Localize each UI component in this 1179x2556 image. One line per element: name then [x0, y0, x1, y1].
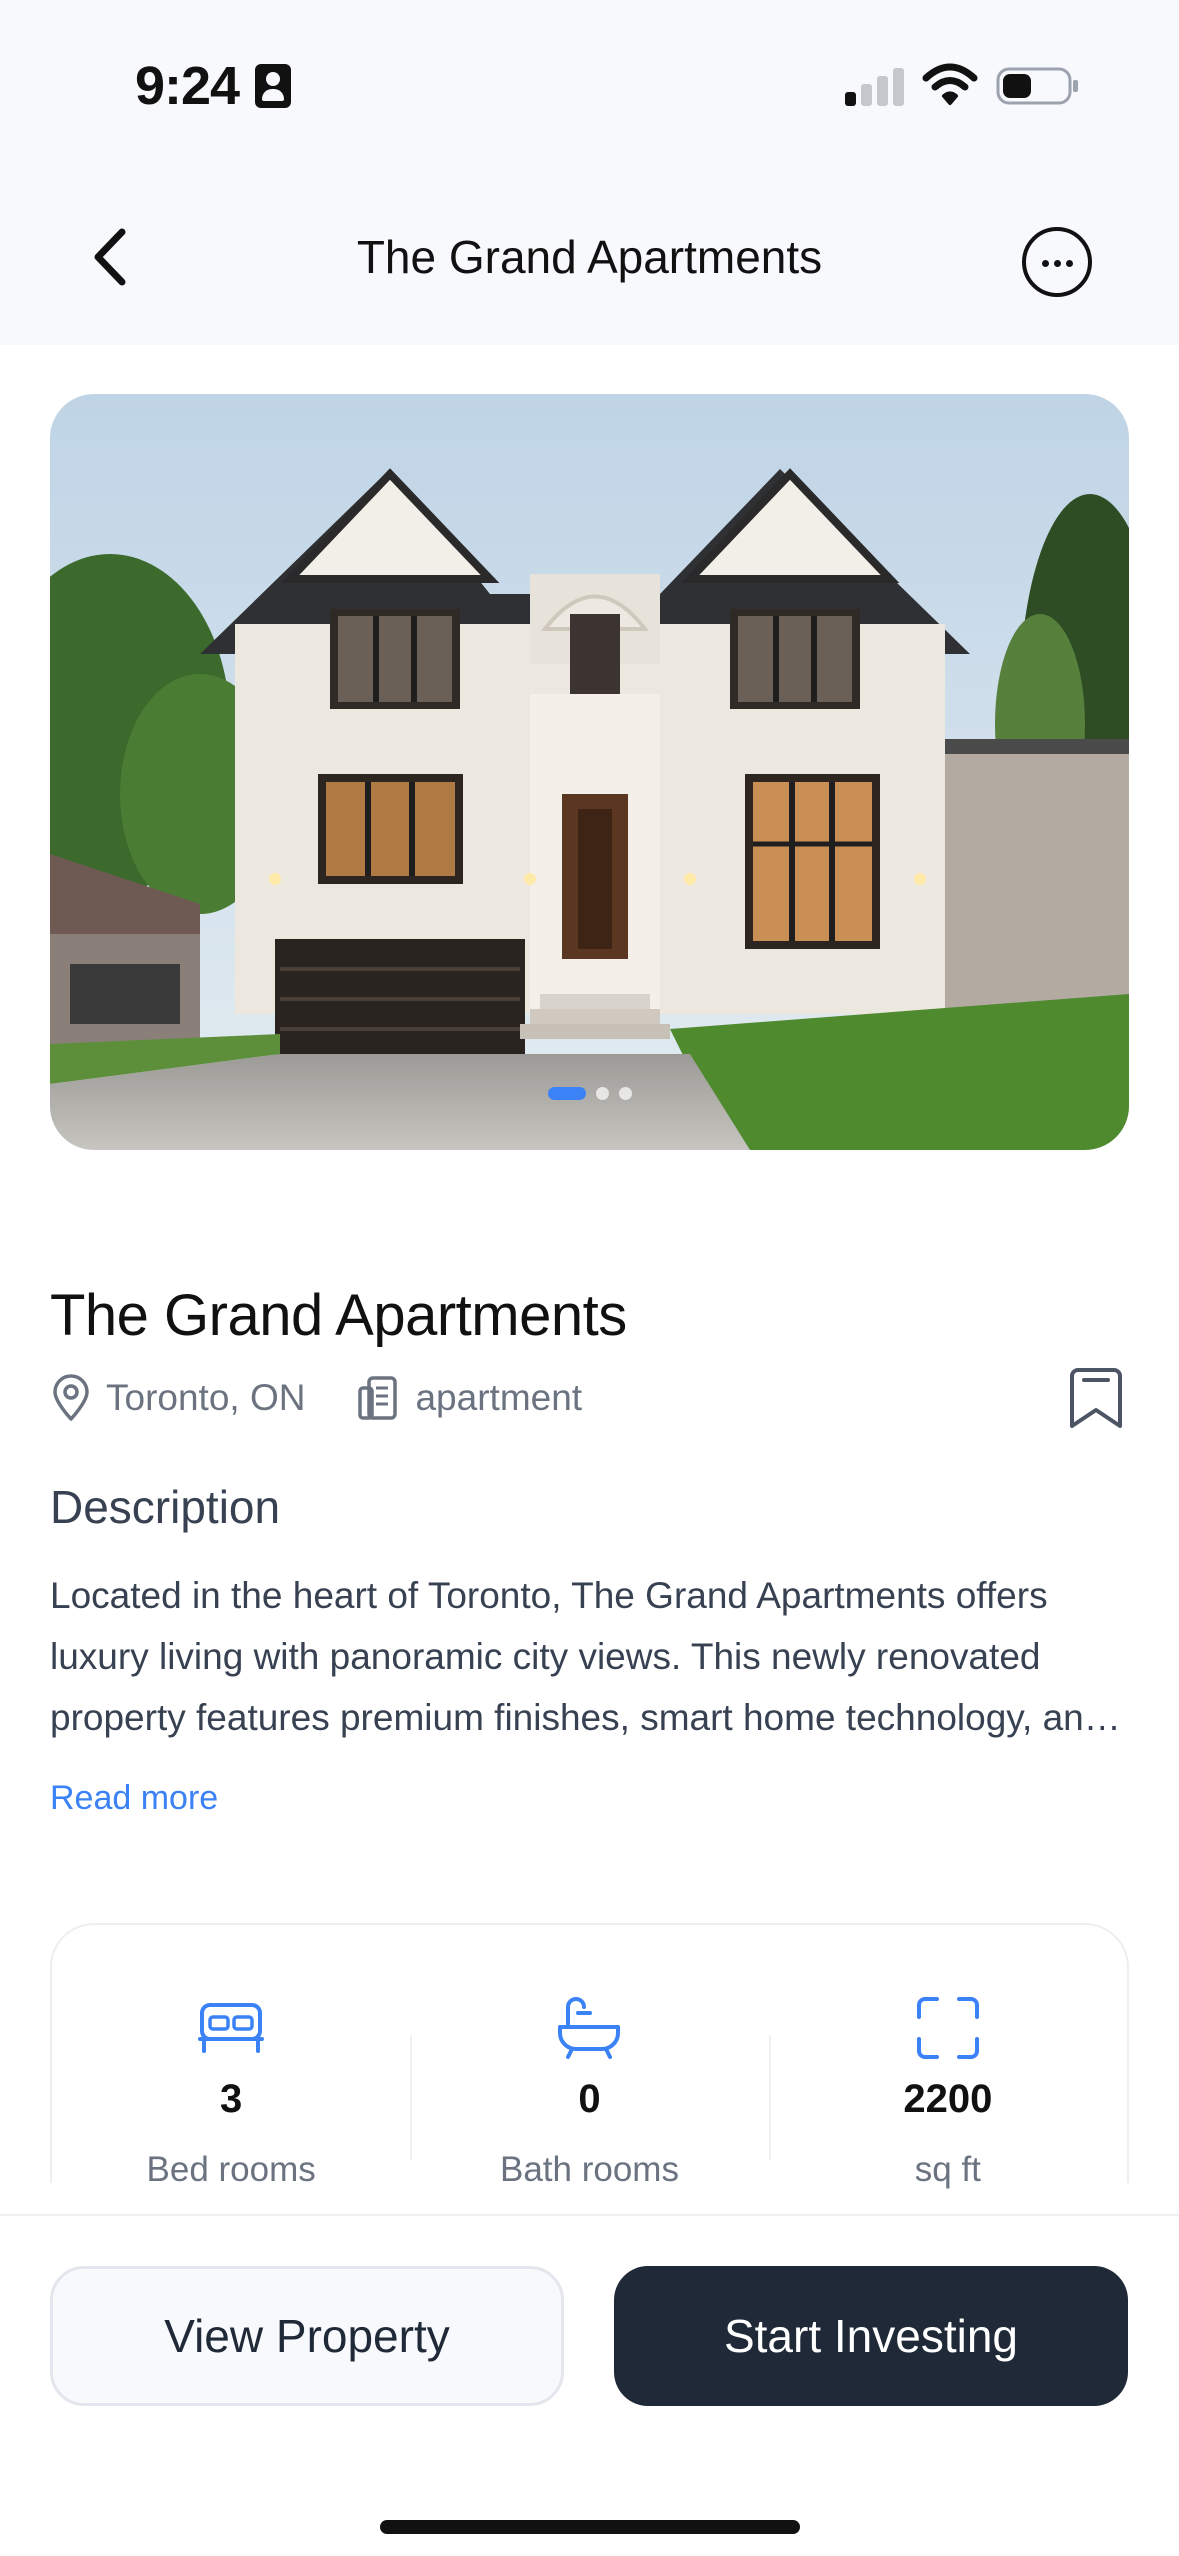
- bottom-action-bar: View Property Start Investing: [0, 2214, 1179, 2556]
- carousel-dot[interactable]: [595, 1087, 609, 1100]
- property-title: The Grand Apartments: [50, 1283, 627, 1348]
- stat-area: 2200 sq ft: [768, 1925, 1127, 2189]
- stat-value: 0: [578, 2077, 601, 2121]
- description-text: Located in the heart of Toronto, The Gra…: [50, 1575, 1105, 1738]
- view-property-button[interactable]: View Property: [50, 2266, 564, 2406]
- cellular-signal-icon: [845, 66, 905, 106]
- status-bar: 9:24: [0, 0, 1179, 175]
- person-badge-icon: [255, 64, 291, 108]
- bed-icon: [198, 2003, 265, 2053]
- carousel-dot-active[interactable]: [547, 1087, 586, 1100]
- ellipsis-circle-icon[interactable]: [1022, 227, 1092, 297]
- property-type: apartment: [357, 1374, 582, 1422]
- page-title: The Grand Apartments: [356, 231, 823, 283]
- stat-bedrooms: 3 Bed rooms: [52, 1925, 410, 2189]
- nav-bar: The Grand Apartments: [0, 175, 1179, 345]
- area-frame-icon: [916, 1997, 979, 2059]
- stat-label: Bath rooms: [500, 2150, 679, 2189]
- property-meta-row: Toronto, ON apartment: [50, 1370, 582, 1426]
- stat-value: 3: [220, 2077, 243, 2121]
- stat-label: sq ft: [914, 2150, 981, 2189]
- description-heading: Description: [50, 1481, 281, 1533]
- property-image-carousel[interactable]: [50, 394, 1129, 1150]
- stat-bathrooms: 0 Bath rooms: [410, 1925, 768, 2189]
- wifi-icon: [922, 63, 978, 105]
- location-label: Toronto, ON: [106, 1377, 306, 1418]
- carousel-dot[interactable]: [618, 1087, 632, 1100]
- property-photo: [50, 394, 1129, 1150]
- stat-label: Bed rooms: [146, 2150, 316, 2189]
- bathtub-icon: [558, 1997, 621, 2059]
- map-pin-icon: [53, 1374, 89, 1421]
- carousel-indicator[interactable]: [50, 1087, 1129, 1100]
- stat-value: 2200: [903, 2077, 993, 2121]
- start-investing-button[interactable]: Start Investing: [614, 2266, 1128, 2406]
- property-stats-card: 3 Bed rooms 0 Bath rooms 2200 sq ft: [50, 1923, 1129, 2189]
- home-indicator[interactable]: [380, 2520, 800, 2534]
- status-time: 9:24: [135, 56, 240, 116]
- type-label: apartment: [415, 1377, 583, 1418]
- building-icon: [358, 1376, 398, 1420]
- bookmark-icon[interactable]: [1068, 1366, 1124, 1430]
- read-more-link[interactable]: Read more: [50, 1779, 218, 1818]
- battery-icon: [996, 67, 1078, 105]
- property-location: Toronto, ON: [50, 1374, 305, 1422]
